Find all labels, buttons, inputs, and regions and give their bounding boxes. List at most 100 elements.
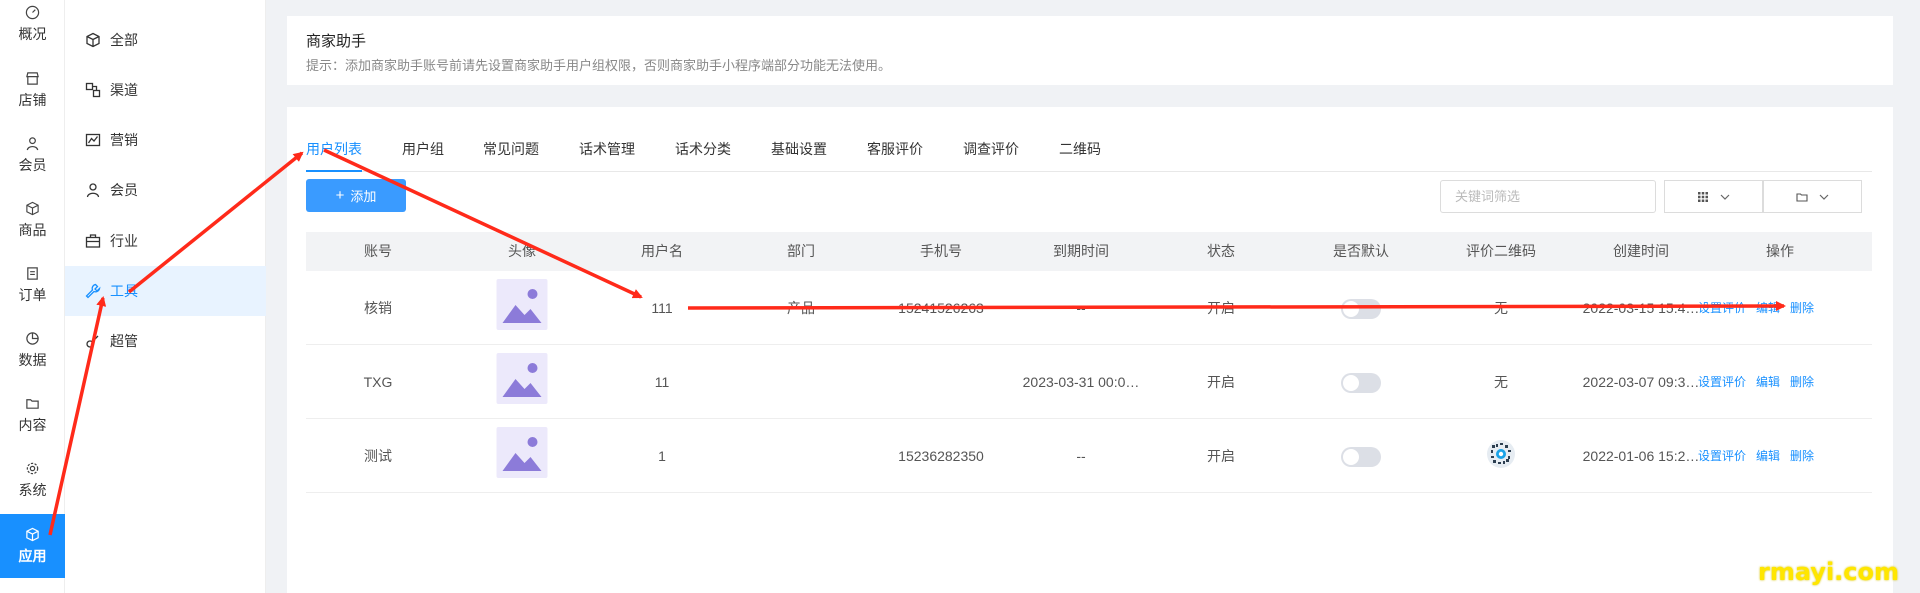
view-select[interactable]: [1664, 180, 1763, 213]
col-username: 用户名: [641, 243, 683, 259]
nav-item-overview[interactable]: 概况: [0, 0, 65, 56]
tab-user-group[interactable]: 用户组: [402, 134, 444, 172]
cell-review-qr: 无: [1494, 300, 1508, 316]
default-toggle[interactable]: [1341, 373, 1381, 393]
qr-code-icon[interactable]: [1486, 439, 1516, 469]
cell-account: TXG: [363, 374, 393, 390]
order-icon: [27, 266, 38, 280]
submenu-item-all[interactable]: 全部: [65, 15, 266, 65]
gear-icon: [26, 462, 39, 474]
tab-user-list[interactable]: 用户列表: [306, 134, 362, 172]
cell-account: 测试: [364, 448, 392, 464]
image-placeholder-icon: [502, 289, 542, 323]
edit-link[interactable]: 编辑: [1756, 375, 1780, 389]
tab-script-manage[interactable]: 话术管理: [579, 134, 635, 172]
cell-status: 开启: [1207, 300, 1235, 316]
nav-item-apps[interactable]: 应用: [0, 514, 65, 578]
main-card: 用户列表 用户组 常见问题 话术管理 话术分类 基础设置 客服评价 调查评价 二…: [287, 107, 1893, 593]
search-input[interactable]: [1440, 180, 1656, 213]
tab-qrcode[interactable]: 二维码: [1059, 134, 1101, 172]
cell-department: 产品: [787, 300, 815, 316]
sub-menu: 全部 渠道 营销 会员 行业 工具 超管: [65, 0, 266, 593]
col-department: 部门: [787, 243, 815, 259]
tab-faq[interactable]: 常见问题: [483, 134, 539, 172]
cell-account: 核销: [364, 300, 392, 316]
page-title: 商家助手: [306, 33, 367, 50]
export-select[interactable]: [1763, 180, 1862, 213]
default-toggle[interactable]: [1341, 447, 1381, 467]
marketing-icon: [85, 133, 101, 147]
tab-script-category[interactable]: 话术分类: [675, 134, 731, 172]
cell-expire: --: [1076, 300, 1086, 316]
cell-status: 开启: [1207, 374, 1235, 390]
tab-survey-review[interactable]: 调查评价: [963, 134, 1019, 172]
cube-icon: [26, 527, 39, 541]
header-card: 商家助手 提示：添加商家助手账号前请先设置商家助手用户组权限，否则商家助手小程序…: [287, 16, 1893, 85]
page-tip: 提示：添加商家助手账号前请先设置商家助手用户组权限，否则商家助手小程序端部分功能…: [306, 58, 892, 73]
tab-basic-settings[interactable]: 基础设置: [771, 134, 827, 172]
cell-expire: --: [1076, 448, 1086, 464]
admin-icon: [86, 335, 99, 348]
cube-icon: [86, 32, 100, 48]
chevron-down-icon: [1819, 194, 1828, 200]
submenu-label: 工具: [110, 283, 138, 299]
table-row: 测试 1 15236282350 -- 开启 2022-01-06 15:2… …: [306, 419, 1872, 493]
nav-label: 会员: [18, 156, 47, 173]
table-header: 账号 头像 用户名 部门 手机号 到期时间 状态 是否默认 评价二维码 创建时间…: [306, 232, 1872, 271]
folder-icon: [1795, 192, 1808, 202]
row-actions: 设置评价 编辑 删除: [1693, 271, 1819, 345]
nav-item-member[interactable]: 会员: [0, 123, 65, 187]
cell-username: 111: [651, 300, 673, 316]
main-nav: 概况 店铺 会员 商品 订单 数据 内容 系统 应用: [0, 0, 65, 593]
submenu-label: 会员: [110, 182, 138, 198]
cell-expire: 2023-03-31 00:0…: [1022, 374, 1140, 390]
cell-username: 11: [654, 374, 670, 390]
col-phone: 手机号: [920, 243, 962, 259]
add-button[interactable]: + 添加: [306, 179, 406, 212]
nav-item-content[interactable]: 内容: [0, 383, 65, 447]
col-expire: 到期时间: [1053, 243, 1109, 259]
nav-item-data[interactable]: 数据: [0, 318, 65, 382]
col-created: 创建时间: [1613, 243, 1669, 259]
cell-created: 2022-03-15 15:4…: [1582, 300, 1700, 316]
default-toggle[interactable]: [1341, 299, 1381, 319]
submenu-item-admin[interactable]: 超管: [65, 316, 266, 366]
col-default: 是否默认: [1333, 243, 1389, 259]
nav-item-order[interactable]: 订单: [0, 253, 65, 317]
nav-item-system[interactable]: 系统: [0, 448, 65, 512]
edit-link[interactable]: 编辑: [1756, 449, 1780, 463]
tab-service-review[interactable]: 客服评价: [867, 134, 923, 172]
set-review-link[interactable]: 设置评价: [1698, 449, 1746, 463]
nav-item-goods[interactable]: 商品: [0, 188, 65, 252]
set-review-link[interactable]: 设置评价: [1698, 301, 1746, 315]
row-actions: 设置评价 编辑 删除: [1693, 345, 1819, 419]
avatar: [496, 279, 548, 330]
submenu-item-member[interactable]: 会员: [65, 165, 266, 215]
nav-label: 内容: [18, 416, 47, 433]
col-actions: 操作: [1766, 243, 1794, 259]
cell-phone: 15241526263: [898, 300, 984, 316]
submenu-item-industry[interactable]: 行业: [65, 216, 266, 266]
nav-item-store[interactable]: 店铺: [0, 58, 65, 122]
submenu-label: 行业: [110, 233, 138, 249]
delete-link[interactable]: 删除: [1790, 375, 1814, 389]
image-placeholder-icon: [502, 437, 542, 471]
store-icon: [26, 71, 39, 85]
chevron-down-icon: [1720, 194, 1729, 200]
edit-link[interactable]: 编辑: [1756, 301, 1780, 315]
delete-link[interactable]: 删除: [1790, 301, 1814, 315]
delete-link[interactable]: 删除: [1790, 449, 1814, 463]
nav-label: 数据: [18, 351, 47, 368]
submenu-item-tools[interactable]: 工具: [65, 266, 266, 316]
nav-label: 概况: [18, 25, 47, 42]
briefcase-icon: [85, 234, 101, 248]
set-review-link[interactable]: 设置评价: [1698, 375, 1746, 389]
col-status: 状态: [1207, 243, 1235, 259]
row-actions: 设置评价 编辑 删除: [1693, 419, 1819, 493]
user-icon: [26, 136, 39, 150]
cell-status: 开启: [1207, 448, 1235, 464]
cell-username: 1: [658, 448, 666, 464]
submenu-item-marketing[interactable]: 营销: [65, 115, 266, 165]
submenu-item-channel[interactable]: 渠道: [65, 65, 266, 115]
table-row: TXG 11 2023-03-31 00:0… 开启 无 2022-03-07 …: [306, 345, 1872, 419]
